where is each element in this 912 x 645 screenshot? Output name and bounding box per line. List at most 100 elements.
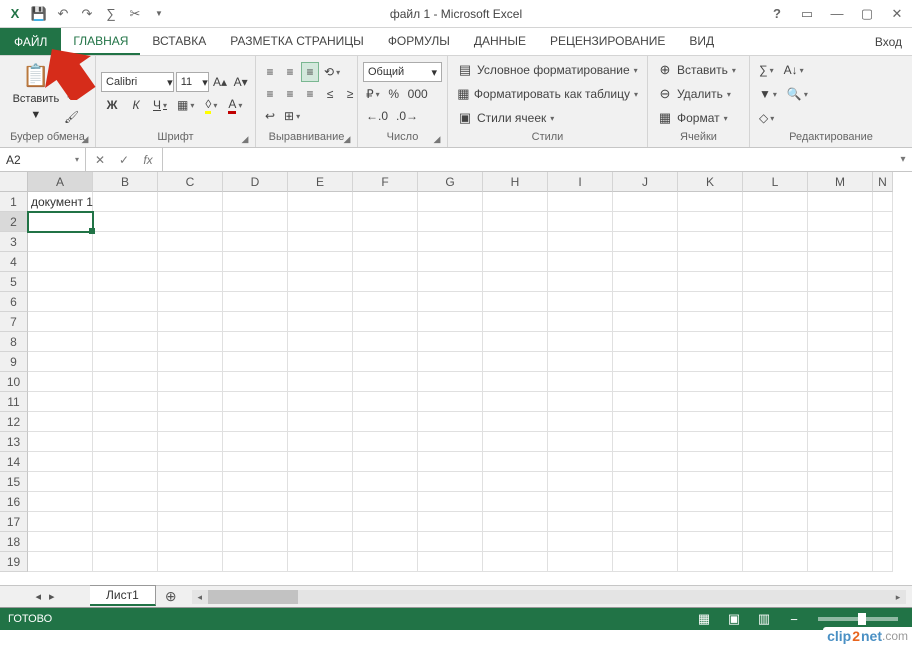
cell[interactable] [613,492,678,512]
cell[interactable] [743,532,808,552]
cell[interactable] [678,192,743,212]
redo-button[interactable]: ↷ [76,3,98,25]
row-header[interactable]: 18 [0,532,28,552]
cell[interactable] [873,272,893,292]
cell[interactable] [548,272,613,292]
cell[interactable] [158,512,223,532]
underline-button[interactable]: Ч▾ [149,94,171,116]
row-header[interactable]: 14 [0,452,28,472]
cell[interactable] [873,232,893,252]
align-top-button[interactable]: ≡ [261,62,279,82]
align-left-button[interactable]: ≡ [261,84,279,104]
cell[interactable] [483,292,548,312]
cell[interactable] [28,312,93,332]
cell[interactable] [223,432,288,452]
row-header[interactable]: 2 [0,212,28,232]
paste-button[interactable]: 📋 Вставить ▼ [13,59,59,125]
cell[interactable] [678,332,743,352]
formula-input[interactable] [163,148,894,171]
cell[interactable] [223,212,288,232]
autosum-button[interactable]: ∑ [100,3,122,25]
cell[interactable] [808,552,873,572]
cell[interactable] [158,252,223,272]
cell[interactable] [158,532,223,552]
cell[interactable] [743,512,808,532]
name-box[interactable]: A2▾ [0,148,86,171]
increase-indent-button[interactable]: ≥ [341,84,359,104]
enter-formula-button[interactable]: ✓ [114,150,134,170]
hscroll-track[interactable] [208,590,890,604]
cell[interactable] [28,372,93,392]
cell[interactable] [613,432,678,452]
cell[interactable] [678,212,743,232]
normal-view-button[interactable]: ▦ [692,610,716,628]
cell[interactable] [418,312,483,332]
row-header[interactable]: 11 [0,392,28,412]
increase-decimal-button[interactable]: ←.0 [363,106,391,126]
tab-data[interactable]: ДАННЫЕ [462,28,538,55]
cell[interactable] [678,532,743,552]
cell[interactable] [93,332,158,352]
zoom-thumb[interactable] [858,613,866,625]
cell[interactable] [418,372,483,392]
cell[interactable] [483,212,548,232]
cell[interactable] [28,512,93,532]
cell[interactable] [873,372,893,392]
cell[interactable] [288,252,353,272]
cell[interactable] [483,412,548,432]
cell[interactable] [743,492,808,512]
cell[interactable] [613,532,678,552]
column-header[interactable]: A [28,172,93,192]
cell[interactable] [28,452,93,472]
cell[interactable] [353,372,418,392]
cell[interactable] [548,552,613,572]
zoom-out-button[interactable]: − [782,610,806,628]
cell[interactable] [223,412,288,432]
cell[interactable] [548,372,613,392]
format-painter-button[interactable]: 🖌 [61,107,82,127]
cell[interactable] [483,312,548,332]
cell[interactable] [483,432,548,452]
help-button[interactable]: ? [762,2,792,26]
column-header[interactable]: G [418,172,483,192]
decrease-font-button[interactable]: A▾ [231,72,250,92]
cell[interactable] [548,212,613,232]
cell[interactable] [28,292,93,312]
row-header[interactable]: 10 [0,372,28,392]
cell[interactable] [873,412,893,432]
cell[interactable] [613,212,678,232]
cell[interactable] [678,512,743,532]
cell[interactable] [678,232,743,252]
cell[interactable] [28,332,93,352]
cell[interactable] [28,412,93,432]
cell[interactable] [418,232,483,252]
cell[interactable] [678,312,743,332]
cell[interactable] [418,332,483,352]
number-format-select[interactable]: Общий▾ [363,62,442,82]
cell[interactable] [743,472,808,492]
cell[interactable] [418,212,483,232]
cell[interactable] [158,332,223,352]
cell[interactable] [613,552,678,572]
conditional-formatting-button[interactable]: ▤Условное форматирование▾ [453,59,642,81]
cell[interactable] [288,432,353,452]
cell[interactable] [288,392,353,412]
cell[interactable] [158,392,223,412]
cell[interactable] [418,192,483,212]
font-size-select[interactable]: 11▾ [176,72,209,92]
cell[interactable] [28,232,93,252]
fill-color-button[interactable]: ◊▾ [200,94,222,116]
fill-button[interactable]: ▼▾ [755,83,781,105]
row-header[interactable]: 7 [0,312,28,332]
cell[interactable] [743,272,808,292]
cell[interactable] [28,352,93,372]
italic-button[interactable]: К [125,94,147,116]
cell[interactable] [873,312,893,332]
insert-function-button[interactable]: fx [138,150,158,170]
cell[interactable] [678,492,743,512]
cell[interactable] [678,432,743,452]
cell[interactable] [158,352,223,372]
cell[interactable] [613,392,678,412]
cell[interactable] [353,292,418,312]
cell[interactable] [158,292,223,312]
